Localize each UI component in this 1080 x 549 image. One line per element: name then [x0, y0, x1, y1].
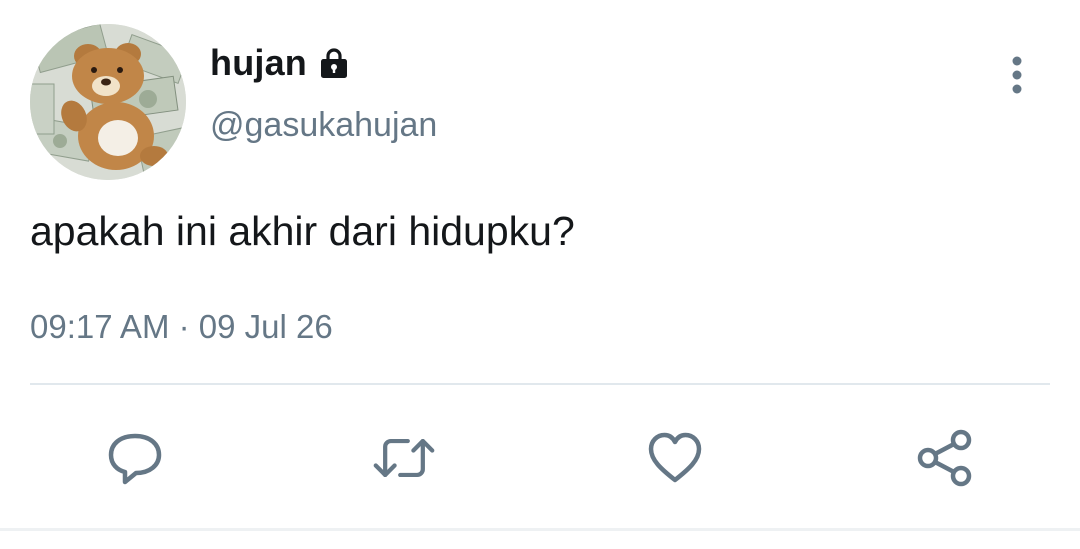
tweet-timestamp: 09:17 AM · 09 Jul 26	[30, 308, 333, 346]
more-options-button[interactable]	[996, 50, 1038, 100]
retweet-icon	[373, 438, 435, 478]
heart-icon	[648, 432, 702, 483]
reply-button[interactable]	[103, 426, 167, 490]
avatar[interactable]	[30, 24, 186, 180]
retweet-button[interactable]	[372, 426, 436, 490]
share-icon	[917, 429, 972, 487]
tweet-text: apakah ini akhir dari hidupku?	[30, 208, 575, 254]
user-name-row: hujan	[210, 38, 351, 88]
like-button[interactable]	[643, 426, 707, 490]
divider	[30, 383, 1050, 385]
tweet-time: 09:17 AM	[30, 308, 170, 345]
tweet-date: 09 Jul 26	[198, 308, 333, 345]
avatar-image	[30, 24, 186, 180]
bottom-border	[0, 528, 1080, 531]
more-vertical-icon	[1012, 56, 1022, 94]
user-handle[interactable]: @gasukahujan	[210, 106, 437, 145]
comment-icon	[108, 433, 162, 485]
display-name[interactable]: hujan	[210, 42, 307, 84]
lock-icon	[317, 46, 351, 80]
timestamp-separator: ·	[178, 308, 190, 345]
share-button[interactable]	[914, 426, 978, 490]
